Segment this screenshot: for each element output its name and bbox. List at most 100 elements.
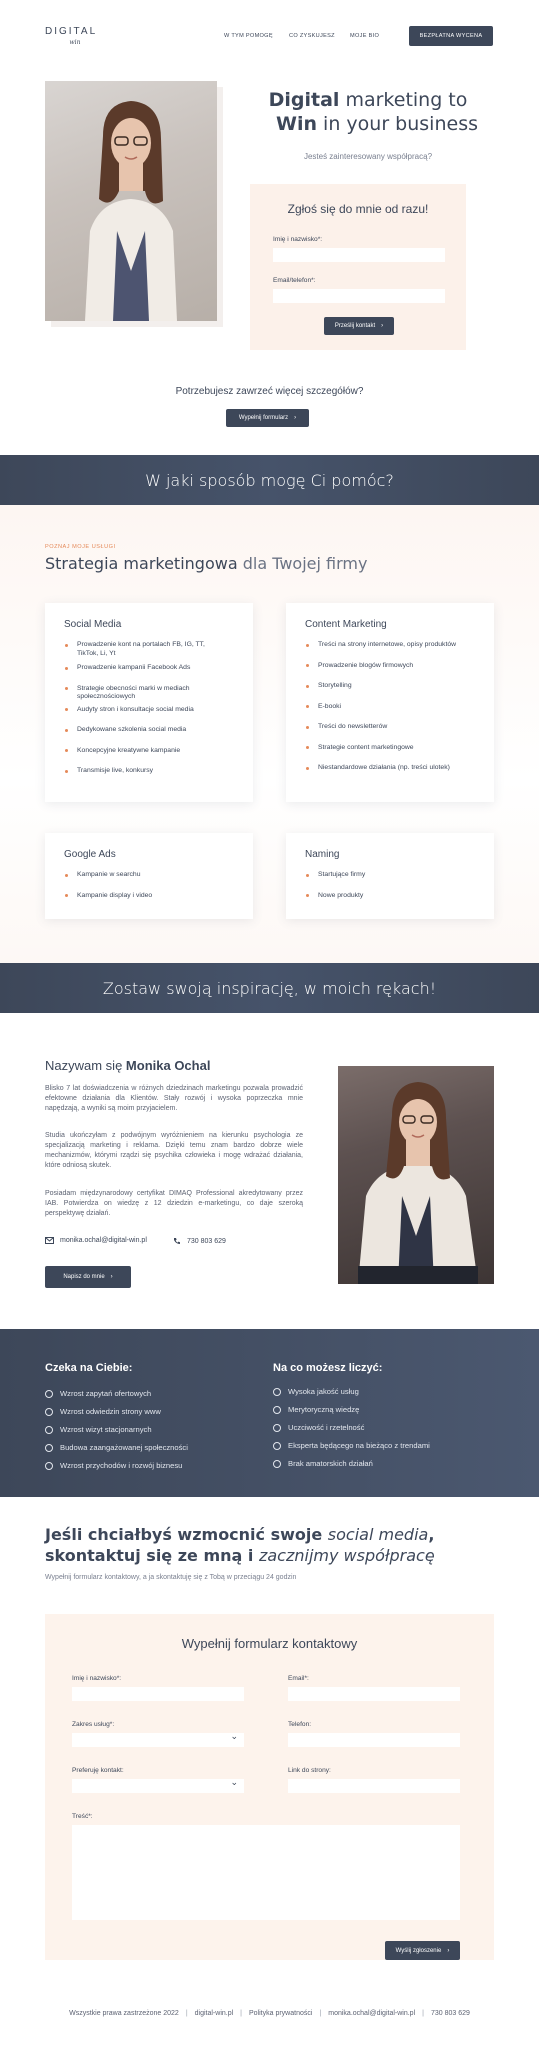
list-item: Koncepcyjne kreatywne kampanie	[64, 747, 224, 756]
footer-phone-link[interactable]: 730 803 629	[431, 2010, 470, 2017]
list-item: Eksperta będącego na bieżąco z trendami	[273, 1437, 430, 1455]
logo-script: win	[69, 39, 81, 46]
service-card-content-marketing: Content Marketing Treści na strony inter…	[286, 603, 494, 802]
scope-select[interactable]	[72, 1731, 244, 1747]
benefits-left-title: Czeka na Ciebie:	[45, 1362, 133, 1374]
write-to-me-label: Napisz do mnie	[63, 1274, 105, 1280]
name-input[interactable]	[273, 248, 445, 262]
hero-title-bold-2: Win	[276, 113, 318, 135]
services-title-rest: dla Twojej firmy	[237, 554, 368, 573]
message-label: Treść*:	[72, 1813, 93, 1820]
fill-form-button[interactable]: Wypełnij formularz ›	[226, 409, 309, 427]
footer-site-link[interactable]: digital-win.pl	[195, 2010, 234, 2017]
list-item: Strategie obecności marki w mediach społ…	[64, 685, 224, 702]
help-section-banner: W jaki sposób mogę Ci pomóc?	[0, 455, 539, 505]
send-contact-button[interactable]: Prześlij kontakt ›	[324, 317, 394, 335]
chevron-right-icon: ›	[294, 415, 297, 421]
message-textarea[interactable]	[72, 1825, 460, 1920]
phone-icon	[174, 1238, 180, 1244]
logo-text: DIGITAL	[45, 26, 98, 37]
hero-subtitle: Jesteś zainteresowany współpracą?	[303, 152, 433, 161]
hero-title: Digital marketing to Win in your busines…	[258, 88, 478, 136]
list-item: Transmisje live, konkursy	[64, 767, 224, 776]
list-item: E-booki	[305, 703, 465, 712]
footer-rights: Wszystkie prawa zastrzeżone 2022	[69, 2010, 179, 2017]
about-phone-text: 730 803 629	[187, 1237, 226, 1245]
list-item: Prowadzenie kampanii Facebook Ads	[64, 664, 224, 673]
contact-heading-italic: social media	[327, 1525, 429, 1544]
contact-heading-italic: zacznijmy współpracę	[258, 1546, 435, 1565]
services-title: Strategia marketingowa dla Twojej firmy	[45, 554, 367, 573]
contact-heading-part: Jeśli chciałbyś wzmocnić swoje	[45, 1525, 328, 1544]
contact-form-title: Wypełnij formularz kontaktowy	[181, 1636, 358, 1651]
free-quote-button[interactable]: BEZPŁATNA WYCENA	[409, 26, 493, 46]
email-phone-input[interactable]	[273, 289, 445, 303]
nav-item-bio[interactable]: MOJE BIO	[350, 33, 379, 39]
nav-item-benefits[interactable]: CO ZYSKUJESZ	[289, 33, 335, 39]
scope-label: Zakres usług*:	[72, 1721, 115, 1728]
services-kicker: POZNAJ MOJE USŁUGI	[45, 544, 116, 550]
fill-form-label: Wypełnij formularz	[238, 415, 289, 421]
list-item: Wzrost wizyt stacjonarnych	[45, 1421, 188, 1439]
list-item: Dedykowane szkolenia social media	[64, 726, 224, 735]
inspiration-banner: Zostaw swoją inspirację, w moich rękach!	[0, 963, 539, 1013]
website-link-input[interactable]	[288, 1779, 460, 1793]
phone-input[interactable]	[288, 1733, 460, 1747]
about-email-text: monika.ochal@digital-win.pl	[60, 1237, 147, 1244]
about-phone[interactable]: 730 803 629	[173, 1237, 226, 1245]
portrait-illustration	[85, 101, 177, 321]
portrait-illustration	[358, 1082, 478, 1284]
about-name: Monika Ochal	[125, 1058, 211, 1073]
chevron-right-icon: ›	[447, 1947, 450, 1954]
more-details-question: Potrzebujesz zawrzeć więcej szczegółów?	[175, 386, 364, 397]
list-item: Niestandardowe działania (np. treści ulo…	[305, 764, 465, 773]
card-title: Social Media	[64, 619, 122, 630]
email-label: Email*:	[288, 1675, 309, 1682]
service-card-google-ads: Google Ads Kampanie w searchu Kampanie d…	[45, 833, 253, 919]
chevron-right-icon: ›	[381, 323, 384, 329]
list-item: Prowadzenie kont na portalach FB, IG, TT…	[64, 641, 224, 658]
name-input[interactable]	[72, 1687, 244, 1701]
benefits-right-title: Na co możesz liczyć:	[273, 1362, 383, 1374]
list-item: Wzrost odwiedzin strony www	[45, 1403, 188, 1421]
email-input[interactable]	[288, 1687, 460, 1701]
preferred-contact-select[interactable]	[72, 1777, 244, 1793]
contact-heading: Jeśli chciałbyś wzmocnić swoje social me…	[45, 1524, 465, 1566]
email-phone-label: Email/telefon*:	[273, 277, 316, 284]
list-item: Prowadzenie blogów firmowych	[305, 662, 465, 671]
submit-application-button[interactable]: Wyślij zgłoszenie ›	[385, 1941, 460, 1960]
about-heading-prefix: Nazywam się	[45, 1058, 126, 1073]
write-to-me-button[interactable]: Napisz do mnie ›	[45, 1266, 131, 1288]
chevron-right-icon: ›	[110, 1274, 113, 1280]
nav-item-help[interactable]: W TYM POMOGĘ	[224, 33, 273, 39]
quick-form-title: Zgłoś się do mnie od razu!	[287, 202, 429, 216]
list-item: Treści do newsletterów	[305, 723, 465, 732]
hero-title-rest-2: in your business	[317, 113, 478, 135]
footer-email-link[interactable]: monika.ochal@digital-win.pl	[328, 2010, 415, 2017]
list-item: Strategie content marketingowe	[305, 744, 465, 753]
quick-contact-form: Zgłoś się do mnie od razu! Imię i nazwis…	[250, 184, 466, 350]
card-title: Naming	[305, 849, 340, 860]
phone-label: Telefon:	[288, 1721, 312, 1728]
preferred-contact-label: Preferuję kontakt:	[72, 1767, 124, 1774]
list-item: Treści na strony internetowe, opisy prod…	[305, 641, 465, 650]
about-paragraph-2: Studia ukończyłam z podwójnym wyróżnieni…	[45, 1132, 303, 1169]
card-title: Google Ads	[64, 849, 116, 860]
list-item: Nowe produkty	[305, 892, 465, 901]
about-paragraph-3: Posiadam międzynarodowy certyfikat DIMAQ…	[45, 1190, 303, 1217]
footer: Wszystkie prawa zastrzeżone 2022 | digital…	[69, 2010, 470, 2017]
footer-privacy-link[interactable]: Polityka prywatności	[249, 2010, 312, 2017]
list-item: Budowa zaangażowanej społeczności	[45, 1439, 188, 1457]
list-item: Wzrost przychodów i rozwój biznesu	[45, 1457, 188, 1475]
service-card-social-media: Social Media Prowadzenie kont na portala…	[45, 603, 253, 802]
hero-title-bold-1: Digital	[268, 89, 340, 111]
benefits-section: Czeka na Ciebie: Wzrost zapytań ofertowy…	[0, 1329, 539, 1497]
mail-icon	[45, 1237, 54, 1244]
logo[interactable]: DIGITAL win	[45, 26, 105, 46]
about-email[interactable]: monika.ochal@digital-win.pl	[45, 1237, 147, 1244]
list-item: Merytoryczną wiedzę	[273, 1401, 430, 1419]
contact-subtitle: Wypełnij formularz kontaktowy, a ja skon…	[45, 1574, 297, 1581]
send-contact-label: Prześlij kontakt	[334, 323, 376, 329]
service-card-naming: Naming Startujące firmy Nowe produkty	[286, 833, 494, 919]
list-item: Kampanie display i video	[64, 892, 224, 901]
